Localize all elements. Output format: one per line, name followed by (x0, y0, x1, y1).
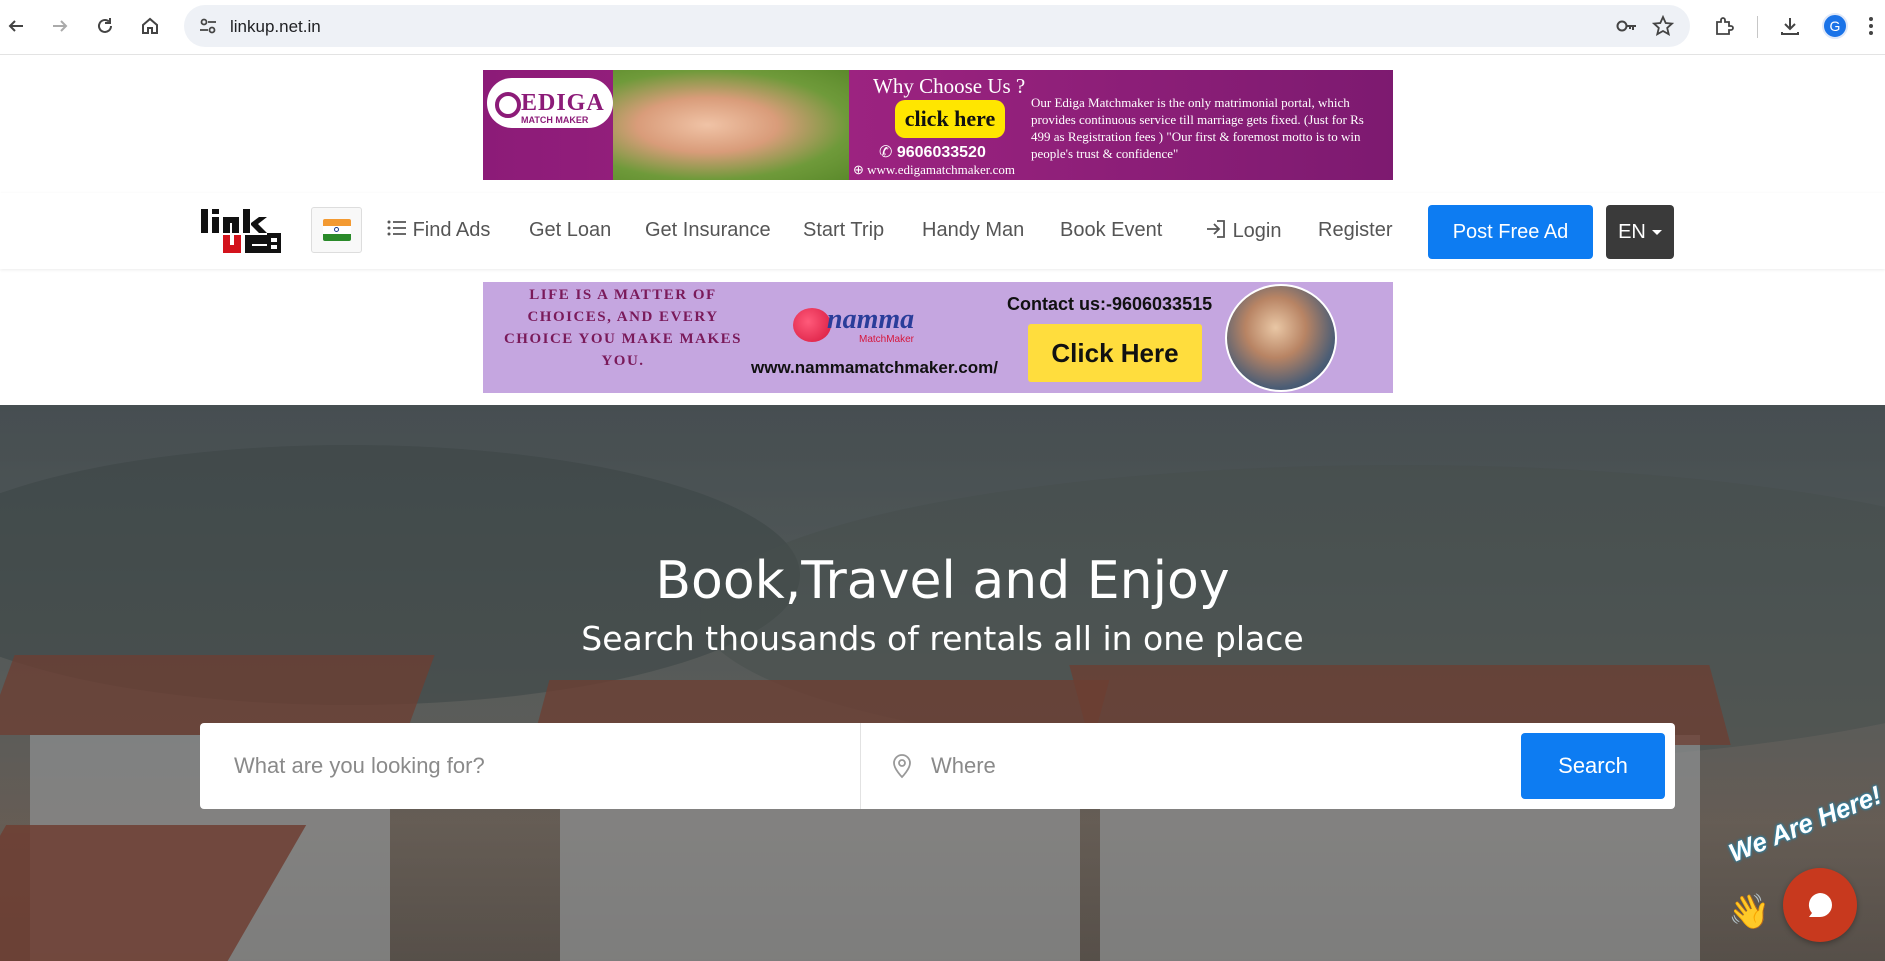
nav-login-label: Login (1232, 220, 1282, 242)
nav-get-insurance[interactable]: Get Insurance (645, 219, 771, 242)
hero-section: Book,Travel and Enjoy Search thousands o… (0, 405, 1885, 961)
nav-find-ads[interactable]: Find Ads (387, 219, 490, 242)
search-what-field[interactable] (200, 723, 860, 809)
nav-find-ads-label: Find Ads (412, 219, 491, 241)
namma-logo-subtext: MatchMaker (859, 334, 915, 345)
banner-website: ⊕ www.edigamatchmaker.com (853, 162, 1015, 178)
forward-button[interactable] (40, 8, 80, 44)
banner-description: Our Ediga Matchmaker is the only matrimo… (1031, 95, 1364, 161)
kebab-menu-icon (1869, 17, 1873, 35)
address-bar[interactable]: linkup.net.in (184, 5, 1690, 47)
banner2-website: www.nammamatchmaker.com/ (751, 358, 998, 377)
search-button[interactable]: Search (1521, 733, 1665, 799)
ediga-logo: EDIGA MATCH MAKER (487, 78, 613, 128)
site-settings-icon[interactable] (198, 16, 218, 36)
search-where-input[interactable] (861, 723, 1511, 809)
downloads-button[interactable] (1770, 8, 1810, 44)
heart-icon (793, 308, 831, 342)
back-button[interactable] (0, 8, 36, 44)
browser-toolbar: linkup.net.in G (0, 0, 1885, 55)
toolbar-divider (1757, 16, 1758, 38)
banner-click-here-button[interactable]: click here (895, 100, 1005, 138)
language-label: EN (1618, 220, 1646, 243)
list-icon (387, 220, 406, 236)
namma-banner-ad[interactable]: LIFE IS A MATTER OF CHOICES, AND EVERY C… (483, 282, 1393, 393)
ediga-logo-text: EDIGA (521, 90, 605, 116)
banner-phone-number: 9606033520 (896, 144, 986, 161)
download-icon (1781, 18, 1799, 35)
couple-photo (1225, 284, 1337, 392)
star-icon[interactable] (1652, 15, 1674, 37)
url-text[interactable]: linkup.net.in (230, 17, 321, 37)
banner2-contact: Contact us:-9606033515 (1007, 294, 1213, 314)
namma-logo: namma MatchMaker (793, 304, 953, 352)
home-icon (142, 17, 158, 34)
phone-icon: ✆ (879, 144, 897, 161)
nav-start-trip[interactable]: Start Trip (803, 219, 884, 242)
chat-button[interactable] (1783, 868, 1857, 942)
location-pin-icon (893, 754, 911, 779)
nav-register[interactable]: Register (1318, 219, 1392, 242)
post-free-ad-button[interactable]: Post Free Ad (1428, 205, 1593, 259)
arrow-left-icon (8, 20, 23, 32)
hero-title: Book,Travel and Enjoy (655, 551, 1230, 611)
reload-button[interactable] (85, 8, 125, 44)
arrow-right-icon (53, 20, 68, 32)
key-icon[interactable] (1616, 16, 1638, 36)
nav-book-event[interactable]: Book Event (1060, 219, 1162, 242)
puzzle-icon (1716, 17, 1734, 35)
profile-avatar[interactable]: G (1822, 13, 1848, 39)
banner-heading: Why Choose Us ? (873, 74, 1026, 98)
namma-logo-text: namma (827, 304, 915, 335)
ediga-logo-subtext: MATCH MAKER (521, 115, 589, 125)
nav-handy-man[interactable]: Handy Man (922, 219, 1024, 242)
site-navbar: Find Ads Get Loan Get Insurance Start Tr… (0, 193, 1885, 269)
login-icon (1207, 220, 1225, 238)
reload-icon (98, 18, 112, 33)
nav-get-loan[interactable]: Get Loan (529, 219, 611, 242)
banner-phone: ✆ 9606033520 (879, 142, 986, 162)
extensions-button[interactable] (1704, 8, 1744, 44)
ring-icon (495, 92, 521, 118)
hero-subtitle: Search thousands of rentals all in one p… (581, 619, 1304, 658)
banner2-click-here-button[interactable]: Click Here (1028, 324, 1202, 382)
banner-quote: LIFE IS A MATTER OF CHOICES, AND EVERY C… (503, 287, 743, 369)
search-where-field[interactable] (861, 723, 1511, 809)
menu-button[interactable] (1856, 8, 1885, 44)
nav-login[interactable]: Login (1205, 219, 1282, 243)
chat-bubble-icon (1808, 893, 1832, 917)
india-flag-icon (322, 219, 351, 241)
waving-hand-icon: 👋 (1728, 893, 1771, 931)
linkup-logo[interactable] (201, 207, 285, 257)
language-dropdown[interactable]: EN (1606, 205, 1674, 259)
ediga-banner-ad[interactable]: EDIGA MATCH MAKER Why Choose Us ? click … (483, 70, 1393, 180)
home-button[interactable] (130, 8, 170, 44)
search-what-input[interactable] (200, 723, 860, 809)
search-bar: Search (200, 723, 1675, 809)
globe-icon: ⊕ (853, 162, 868, 177)
holding-hands-image (613, 70, 849, 180)
country-selector[interactable] (311, 207, 362, 253)
caret-down-icon (1651, 229, 1662, 235)
banner-website-text: www.edigamatchmaker.com (867, 162, 1016, 177)
